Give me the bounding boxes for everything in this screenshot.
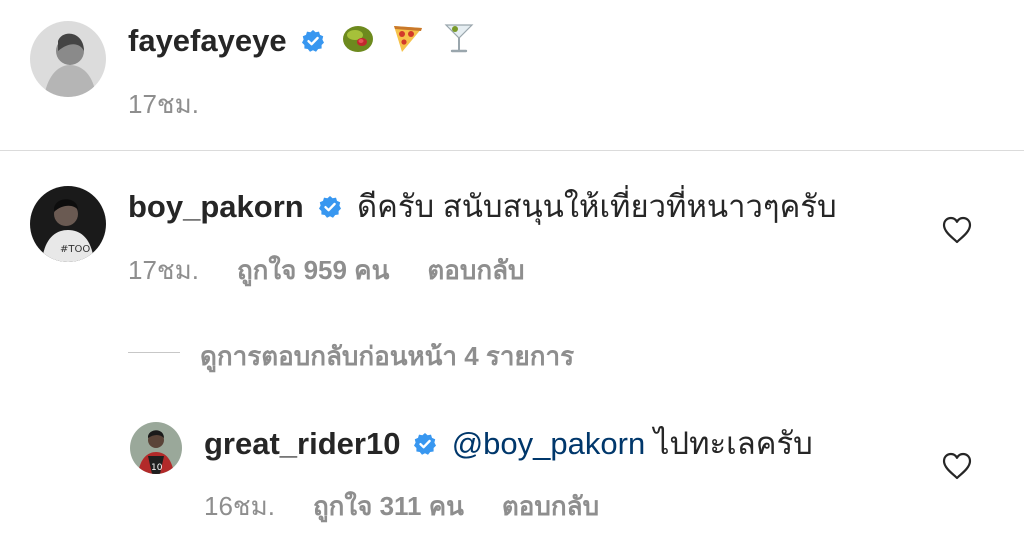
comment-reply-button[interactable]: ตอบกลับ	[427, 255, 524, 285]
verified-icon	[413, 426, 437, 466]
comment-line: boy_pakorn ดีครับ สนับสนุนให้เที่ยวที่หน…	[128, 187, 837, 229]
pizza-icon	[390, 20, 426, 66]
caption-username[interactable]: fayefayeye	[128, 23, 287, 58]
comment-timestamp: 17ชม.	[128, 255, 199, 285]
reply-mention-link[interactable]: @boy_pakorn	[452, 426, 645, 461]
olive-icon	[340, 20, 376, 66]
avatar-boy-pakorn[interactable]: #TOO	[30, 186, 106, 262]
reply-like-heart-icon[interactable]	[942, 452, 972, 485]
reply-username[interactable]: great_rider10	[204, 426, 400, 461]
caption-meta: 17ชม.	[128, 84, 237, 125]
reply-reply-button[interactable]: ตอบกลับ	[502, 491, 599, 521]
comment-meta: 17ชม. ถูกใจ 959 คน ตอบกลับ	[128, 250, 563, 291]
caption-divider	[0, 150, 1024, 151]
avatar-fayefayeye[interactable]	[30, 21, 106, 97]
reply-line: great_rider10 @boy_pakorn ไปทะเลครับ	[204, 424, 813, 466]
caption-timestamp: 17ชม.	[128, 89, 199, 119]
comment-like-heart-icon[interactable]	[942, 216, 972, 249]
svg-text:#TOO: #TOO	[60, 244, 90, 255]
reply-likes[interactable]: ถูกใจ 311 คน	[313, 491, 464, 521]
view-replies-line	[128, 352, 180, 353]
cocktail-icon	[441, 20, 477, 66]
verified-icon	[318, 189, 342, 229]
reply-meta: 16ชม. ถูกใจ 311 คน ตอบกลับ	[204, 486, 637, 527]
verified-icon	[301, 23, 325, 63]
comment-username[interactable]: boy_pakorn	[128, 189, 304, 224]
comment-likes[interactable]: ถูกใจ 959 คน	[237, 255, 389, 285]
comment-text: ดีครับ สนับสนุนให้เที่ยวที่หนาวๆครับ	[356, 189, 837, 224]
svg-text:10: 10	[151, 463, 163, 473]
reply-text: ไปทะเลครับ	[653, 426, 813, 461]
caption-line: fayefayeye	[128, 20, 477, 66]
reply-timestamp: 16ชม.	[204, 491, 275, 521]
avatar-great-rider10[interactable]: 10	[130, 422, 182, 474]
view-previous-replies-button[interactable]: ดูการตอบกลับก่อนหน้า 4 รายการ	[200, 336, 574, 377]
